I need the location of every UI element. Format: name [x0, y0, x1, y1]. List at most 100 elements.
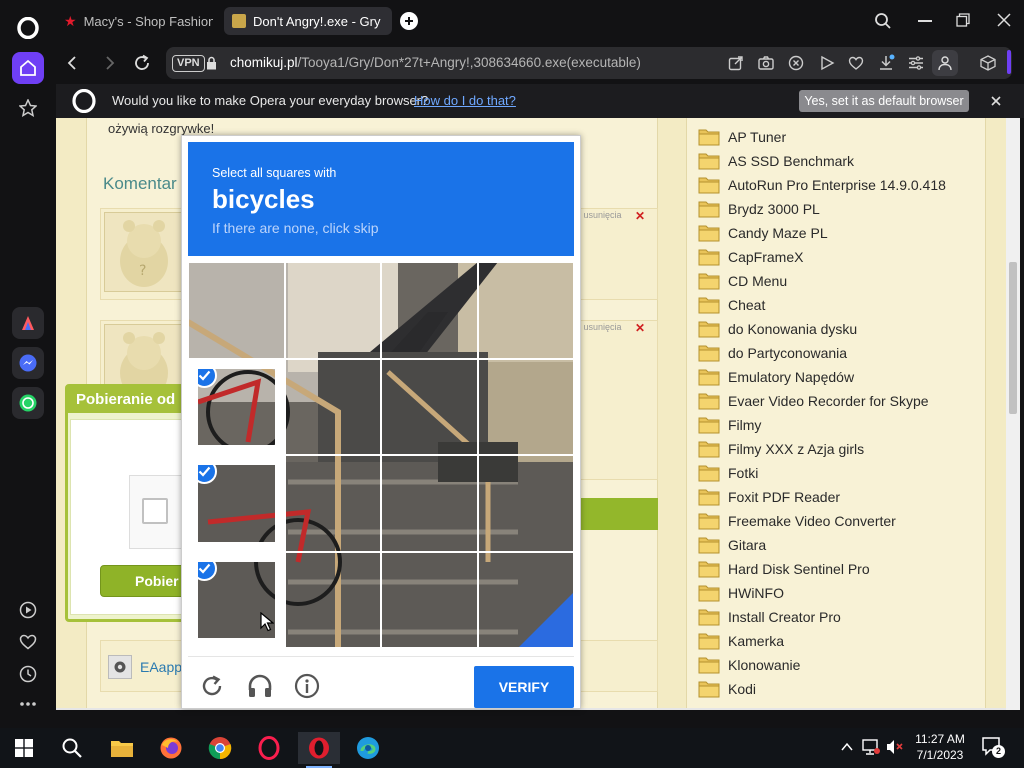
captcha-tile[interactable]	[381, 551, 478, 648]
profile-icon[interactable]	[932, 50, 958, 76]
captcha-tile[interactable]	[477, 262, 574, 359]
more-icon[interactable]	[12, 688, 44, 720]
network-icon[interactable]	[862, 739, 880, 755]
edge-icon[interactable]	[350, 732, 386, 764]
vpn-badge[interactable]: VPN	[172, 55, 205, 72]
tray-chevron-icon[interactable]	[840, 740, 854, 754]
back-button[interactable]	[66, 55, 80, 71]
forward-button[interactable]	[102, 55, 116, 71]
captcha-tile[interactable]	[477, 358, 574, 455]
notification-center-icon[interactable]: 2	[982, 737, 1005, 758]
folder-item[interactable]: do Partyconowania	[698, 341, 847, 365]
folder-item[interactable]: HWiNFO	[698, 581, 784, 605]
captcha-tile[interactable]	[284, 455, 381, 552]
audio-challenge-icon[interactable]	[247, 673, 273, 699]
infobar-close-icon[interactable]	[991, 96, 1001, 106]
opera-icon[interactable]	[298, 732, 340, 768]
folder-item[interactable]: Klonowanie	[698, 653, 800, 677]
folder-item[interactable]: AP Tuner	[698, 125, 786, 149]
folder-item[interactable]: Filmy XXX z Azja girls	[698, 437, 864, 461]
delete-request-text[interactable]: o usunięcia	[576, 322, 622, 332]
folder-item[interactable]: Freemake Video Converter	[698, 509, 896, 533]
new-tab-button[interactable]	[400, 12, 418, 30]
folder-item[interactable]: Emulatory Napędów	[698, 365, 854, 389]
tab-macys[interactable]: ★ Macy's - Shop Fashion Clo	[56, 7, 221, 35]
captcha-tile[interactable]	[477, 455, 574, 552]
scrollbar-thumb[interactable]	[1009, 262, 1017, 414]
pinboards-icon[interactable]	[12, 92, 44, 124]
file-explorer-icon[interactable]	[104, 732, 140, 764]
flow-send-icon[interactable]	[819, 55, 835, 71]
delete-x-icon[interactable]: ✕	[635, 209, 645, 223]
close-window-button[interactable]	[997, 13, 1011, 27]
downloads-icon[interactable]	[878, 54, 895, 71]
bookmark-heart-icon[interactable]	[848, 55, 864, 71]
folder-item[interactable]: AS SSD Benchmark	[698, 149, 854, 173]
messenger-icon[interactable]	[12, 347, 44, 379]
reload-challenge-icon[interactable]	[200, 674, 224, 698]
extensions-icon[interactable]	[980, 55, 996, 71]
folder-item[interactable]: Kamerka	[698, 629, 784, 653]
folder-item[interactable]: Candy Maze PL	[698, 221, 828, 245]
ad-blocker-icon[interactable]	[788, 55, 804, 71]
infobar-help-link[interactable]: How do I do that?	[414, 93, 516, 108]
search-tabs-icon[interactable]	[874, 12, 892, 30]
folder-item[interactable]: Install Creator Pro	[698, 605, 841, 629]
captcha-tile[interactable]	[188, 262, 285, 359]
restore-button[interactable]	[956, 13, 970, 27]
folder-item[interactable]: Filmy	[698, 413, 761, 437]
captcha-tile[interactable]	[381, 358, 478, 455]
folder-item[interactable]: CD Menu	[698, 269, 787, 293]
folder-item[interactable]: Evaer Video Recorder for Skype	[698, 389, 929, 413]
search-icon[interactable]	[54, 732, 90, 764]
history-icon[interactable]	[12, 658, 44, 690]
captcha-tile[interactable]	[477, 551, 574, 648]
reload-button[interactable]	[133, 54, 151, 72]
file-link[interactable]: EAappl	[140, 659, 185, 675]
folder-item[interactable]: do Konowania dysku	[698, 317, 857, 341]
delete-request-text[interactable]: o usunięcia	[576, 210, 622, 220]
folder-item[interactable]: AutoRun Pro Enterprise 14.9.0.418	[698, 173, 946, 197]
whatsapp-icon[interactable]	[12, 387, 44, 419]
lock-icon[interactable]	[206, 56, 217, 70]
firefox-icon[interactable]	[153, 732, 189, 764]
captcha-tile[interactable]	[188, 358, 285, 455]
captcha-tile[interactable]	[284, 262, 381, 359]
camera-icon[interactable]	[758, 55, 774, 71]
chrome-icon[interactable]	[202, 732, 238, 764]
url-text[interactable]: chomikuj.pl/Tooya1/Gry/Don*27t+Angry!,30…	[230, 55, 641, 70]
volume-muted-icon[interactable]	[886, 739, 904, 755]
easy-setup-icon[interactable]	[908, 55, 924, 71]
sidebar-handle[interactable]	[1007, 50, 1011, 74]
captcha-tile[interactable]	[381, 455, 478, 552]
folder-item[interactable]: Kodi	[698, 677, 756, 701]
captcha-tile[interactable]	[284, 358, 381, 455]
captcha-tile[interactable]	[284, 551, 381, 648]
captcha-tile[interactable]	[188, 455, 285, 552]
captcha-tile[interactable]	[188, 551, 285, 648]
aria-ai-icon[interactable]	[12, 307, 44, 339]
minimize-button[interactable]	[918, 20, 932, 22]
captcha-checkbox[interactable]	[142, 498, 168, 524]
url-box[interactable]: VPN chomikuj.pl/Tooya1/Gry/Don*27t+Angry…	[166, 47, 1012, 79]
folder-item[interactable]: Fotki	[698, 461, 758, 485]
folder-item[interactable]: Brydz 3000 PL	[698, 197, 820, 221]
vertical-scrollbar[interactable]	[1006, 118, 1020, 710]
share-icon[interactable]	[728, 55, 744, 71]
tab-dont-angry[interactable]: Don't Angry!.exe - Gry - T	[224, 7, 392, 35]
player-icon[interactable]	[12, 594, 44, 626]
opera-gx-icon[interactable]	[251, 732, 287, 764]
set-default-button[interactable]: Yes, set it as default browser	[799, 90, 969, 112]
delete-x-icon[interactable]: ✕	[635, 321, 645, 335]
folder-item[interactable]: Gitara	[698, 533, 766, 557]
clock[interactable]: 11:27 AM 7/1/2023	[910, 731, 970, 763]
folder-item[interactable]: Cheat	[698, 293, 765, 317]
folder-item[interactable]: Hard Disk Sentinel Pro	[698, 557, 870, 581]
folder-item[interactable]: Foxit PDF Reader	[698, 485, 840, 509]
verify-button[interactable]: VERIFY	[474, 666, 574, 708]
folder-item[interactable]: CapFrameX	[698, 245, 803, 269]
heart-icon[interactable]	[12, 626, 44, 658]
home-icon[interactable]	[12, 52, 44, 84]
info-icon[interactable]	[294, 673, 320, 699]
opera-menu-icon[interactable]	[12, 12, 44, 44]
